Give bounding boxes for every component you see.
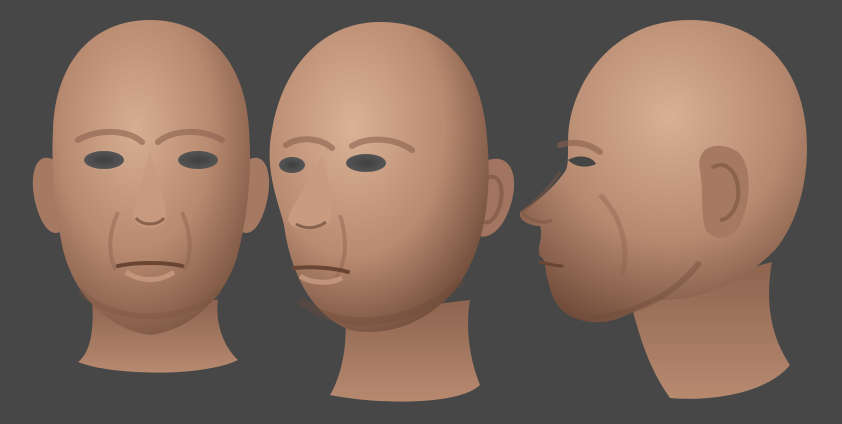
- three-quarter-right-eye-socket: [346, 154, 386, 172]
- sculpt-render-viewport: [0, 0, 842, 424]
- front-left-eye-socket: [84, 151, 124, 169]
- profile-view-head: [519, 20, 807, 399]
- front-right-eye-socket: [178, 151, 218, 169]
- head-sculpts-illustration: [32, 20, 807, 402]
- three-quarter-view-head: [269, 22, 515, 402]
- three-quarter-left-eye-socket: [279, 157, 305, 173]
- front-view-head: [32, 20, 270, 373]
